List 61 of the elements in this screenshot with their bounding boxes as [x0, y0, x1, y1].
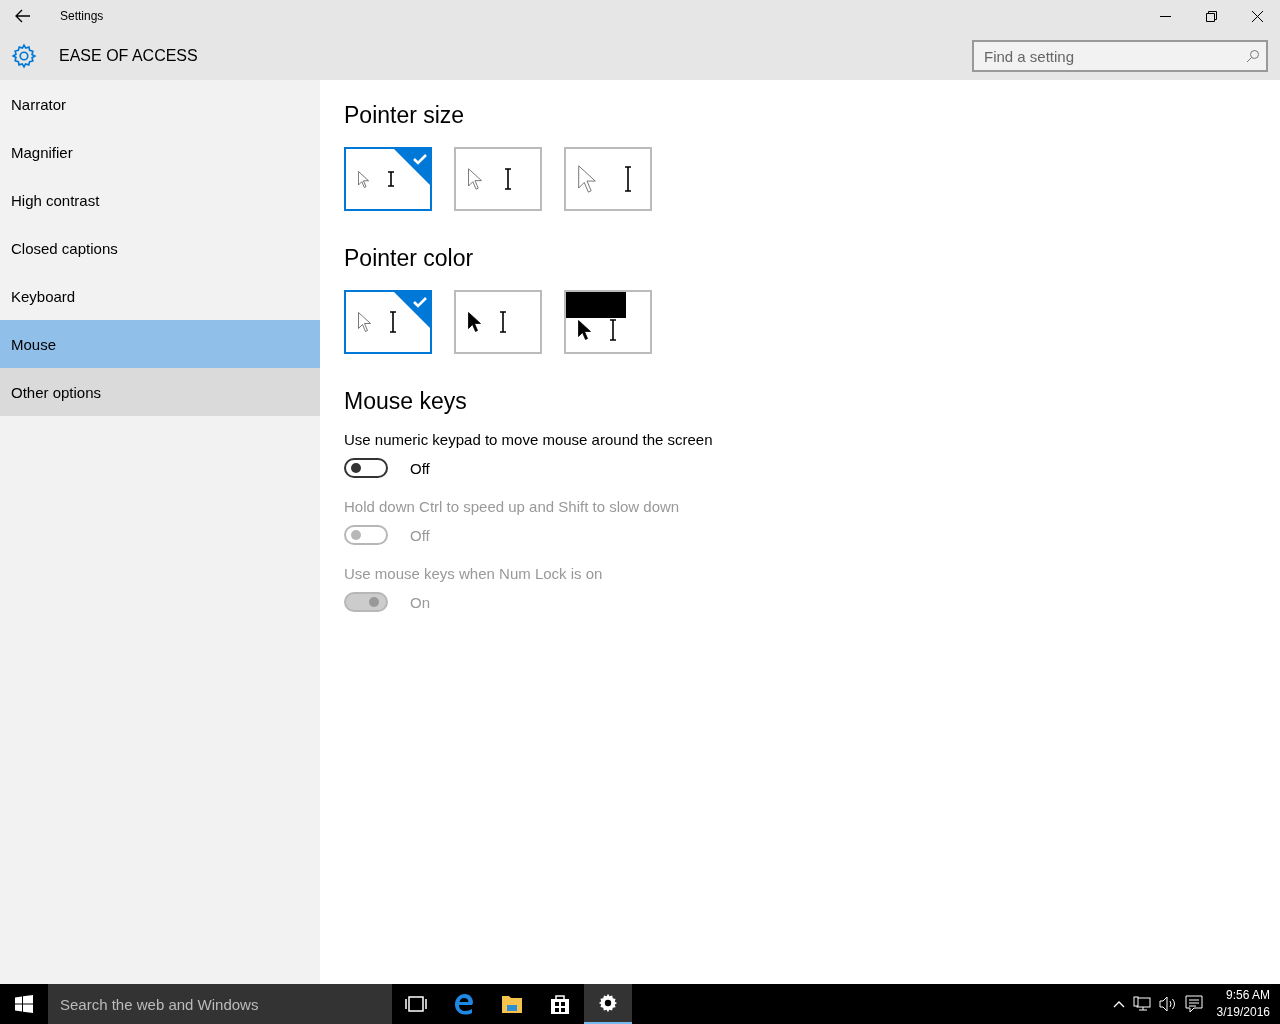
- pointer-option-tile[interactable]: [454, 290, 542, 354]
- close-icon: [1251, 10, 1263, 22]
- folder-icon: [501, 994, 523, 1014]
- gear-icon: [597, 992, 619, 1014]
- taskbar-app-button[interactable]: [584, 984, 632, 1024]
- clock-date[interactable]: 3/19/2016: [1216, 1004, 1270, 1021]
- text-cursor-icon: [387, 171, 395, 187]
- task-view-icon: [405, 996, 427, 1012]
- sidebar-item[interactable]: Closed captions: [0, 224, 320, 272]
- gear-icon: [11, 43, 37, 69]
- speaker-icon[interactable]: [1158, 996, 1177, 1012]
- sidebar-item[interactable]: Other options: [0, 368, 320, 416]
- inverted-color-band: [566, 292, 626, 318]
- section-heading: Pointer size: [344, 102, 466, 129]
- toggle-state-label: Off: [410, 459, 430, 477]
- text-cursor-icon: [504, 168, 512, 190]
- page-heading: EASE OF ACCESS: [59, 47, 198, 65]
- shopping-bag-icon: [549, 993, 571, 1015]
- pointer-arrow-icon: [468, 312, 481, 332]
- checkmark-icon: [394, 149, 430, 185]
- text-cursor-icon: [624, 166, 632, 192]
- text-cursor-icon: [609, 319, 617, 341]
- sidebar-item[interactable]: Narrator: [0, 80, 320, 128]
- sidebar-item[interactable]: Keyboard: [0, 272, 320, 320]
- setting-label: Hold down Ctrl to speed up and Shift to slow down: [344, 498, 681, 515]
- toggle-state-label: Off: [410, 526, 430, 544]
- search-icon: [1246, 49, 1260, 63]
- section-heading: Pointer color: [344, 245, 475, 272]
- taskbar-search-field[interactable]: Search the web and Windows: [48, 984, 392, 1024]
- setting-label: Use numeric keypad to move mouse around the screen: [344, 431, 714, 448]
- pointer-option-tile[interactable]: [344, 147, 432, 211]
- pointer-arrow-icon: [578, 320, 591, 340]
- back-arrow-icon: [15, 9, 31, 23]
- toggle-switch[interactable]: [344, 458, 388, 478]
- network-icon[interactable]: [1132, 996, 1151, 1012]
- search-field[interactable]: Find a setting: [972, 40, 1268, 72]
- message-icon[interactable]: [1184, 995, 1203, 1013]
- setting-label: Use mouse keys when Num Lock is on: [344, 565, 604, 582]
- minimize-icon: [1159, 15, 1171, 17]
- checkmark-icon: [394, 292, 430, 328]
- restore-icon: [1205, 10, 1217, 22]
- toggle-state-label: On: [410, 593, 430, 611]
- pointer-option-tile[interactable]: [454, 147, 542, 211]
- clock-time[interactable]: 9:56 AM: [1225, 987, 1270, 1004]
- pointer-arrow-icon: [358, 312, 371, 332]
- sidebar-item[interactable]: High contrast: [0, 176, 320, 224]
- pointer-arrow-icon: [358, 170, 369, 188]
- pointer-option-tile[interactable]: [344, 290, 432, 354]
- pointer-option-tile[interactable]: [564, 147, 652, 211]
- window-title: Settings: [60, 9, 104, 23]
- chevron-up-icon[interactable]: [1112, 1000, 1125, 1008]
- browser-icon: [453, 993, 475, 1015]
- pointer-arrow-icon: [468, 168, 482, 190]
- text-cursor-icon: [499, 311, 507, 333]
- windows-logo-icon: [15, 995, 33, 1013]
- pointer-option-tile[interactable]: [564, 290, 652, 354]
- pointer-arrow-icon: [578, 165, 596, 193]
- sidebar-item[interactable]: Mouse: [0, 320, 320, 368]
- section-heading: Mouse keys: [344, 388, 468, 415]
- sidebar-item[interactable]: Magnifier: [0, 128, 320, 176]
- text-cursor-icon: [389, 311, 397, 333]
